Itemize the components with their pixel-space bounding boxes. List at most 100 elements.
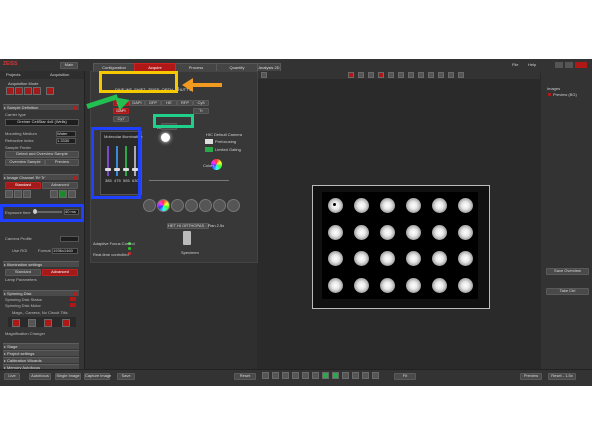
detect-button[interactable]: Detect and Overview Sample — [5, 151, 79, 158]
camera-profile-field[interactable] — [60, 236, 79, 242]
spin-status-indicator[interactable] — [70, 297, 76, 301]
bottom-tool-icon[interactable] — [362, 372, 369, 379]
channel-icon-6[interactable] — [68, 190, 76, 198]
objective-button-6[interactable] — [213, 199, 226, 212]
well[interactable] — [431, 251, 447, 267]
spinning-section[interactable]: Spinning Disk — [3, 290, 79, 296]
single-image-button[interactable]: Single Image — [55, 373, 81, 380]
tool-icon-7[interactable] — [398, 72, 404, 78]
reset-button[interactable]: Reset — [234, 373, 256, 380]
channel-icon-1[interactable] — [5, 190, 13, 198]
tool-icon-5[interactable] — [378, 72, 384, 78]
tab-projects[interactable]: Projects — [6, 73, 20, 77]
well[interactable] — [379, 278, 395, 294]
channel-rfp[interactable]: RFP — [177, 100, 193, 106]
well[interactable] — [327, 278, 343, 294]
close-icon[interactable] — [73, 106, 77, 110]
standard-button[interactable]: Standard — [5, 182, 41, 189]
close-icon[interactable] — [73, 176, 77, 180]
lamp-icon[interactable] — [161, 133, 170, 142]
well[interactable] — [457, 197, 473, 213]
bottom-tool-icon[interactable] — [262, 372, 269, 379]
preview-button[interactable]: Preview — [45, 159, 79, 166]
tab-acquisition[interactable]: Acquisition — [50, 73, 69, 77]
mounting-select[interactable]: Water — [56, 131, 76, 137]
illumination-section[interactable]: Illumination settings — [3, 261, 79, 267]
capture-image-button[interactable]: Capture image — [84, 373, 111, 380]
carrier-select[interactable]: Greiner CellStar 4x6 (Wells) — [5, 119, 79, 126]
bottom-tool-icon[interactable] — [352, 372, 359, 379]
filter-icon-2[interactable] — [28, 319, 36, 327]
images-item[interactable]: Preview (BG) — [553, 93, 577, 97]
well[interactable] — [457, 278, 473, 294]
camera-check-icon[interactable] — [205, 147, 213, 152]
well[interactable] — [379, 197, 395, 213]
close-icon[interactable] — [575, 62, 587, 68]
bottom-tool-icon[interactable] — [302, 372, 309, 379]
project-settings-section[interactable]: Project settings — [3, 350, 79, 356]
well[interactable] — [353, 251, 369, 267]
minimize-icon[interactable] — [555, 62, 563, 68]
format-field[interactable]: 1936x1460 — [52, 248, 78, 254]
advanced-button[interactable]: Advanced — [42, 182, 78, 189]
mode-icon-4[interactable] — [33, 87, 41, 95]
camera-icon[interactable] — [205, 139, 213, 144]
bottom-tool-icon[interactable] — [332, 372, 339, 379]
well[interactable] — [405, 251, 421, 267]
tool-icon-9[interactable] — [418, 72, 424, 78]
illum-standard-button[interactable]: Standard — [5, 269, 41, 276]
main-button[interactable]: Main — [60, 62, 78, 69]
menu-help[interactable]: Help — [528, 63, 536, 67]
bottom-tool-icon[interactable] — [282, 372, 289, 379]
tool-icon-12[interactable] — [448, 72, 454, 78]
autofocus-button[interactable]: Autofocus — [29, 373, 51, 380]
objective-button-3[interactable] — [171, 199, 184, 212]
save-button[interactable]: Save — [117, 373, 135, 380]
illum-advanced-button[interactable]: Advanced — [42, 269, 78, 276]
take-ctrl-button[interactable]: Take Ctrl — [546, 288, 589, 295]
spin-motor-indicator[interactable] — [70, 303, 76, 307]
well[interactable] — [353, 224, 369, 240]
bottom-tool-icon[interactable] — [312, 372, 319, 379]
filter-icon-3[interactable] — [44, 319, 52, 327]
bottom-tool-icon[interactable] — [342, 372, 349, 379]
well[interactable] — [405, 224, 421, 240]
well[interactable] — [327, 224, 343, 240]
well[interactable] — [405, 278, 421, 294]
bottom-tool-icon[interactable] — [372, 372, 379, 379]
channel-icon-2[interactable] — [14, 190, 22, 198]
objective-button-2[interactable] — [157, 199, 170, 212]
tool-icon-11[interactable] — [438, 72, 444, 78]
bottom-tool-icon[interactable] — [272, 372, 279, 379]
well[interactable] — [353, 197, 369, 213]
calibration-section[interactable]: Calibration Wizards — [3, 357, 79, 363]
image-section[interactable]: Image Channel 'B+Tr' — [3, 174, 79, 180]
channel-icon-4[interactable] — [50, 190, 58, 198]
channel-icon-5[interactable] — [59, 190, 67, 198]
channel-gfp[interactable]: GFP — [145, 100, 161, 106]
tool-icon-1[interactable] — [261, 72, 267, 78]
mode-icon-5[interactable] — [46, 87, 54, 95]
objective-icon[interactable] — [183, 231, 191, 245]
channel-icon-3[interactable] — [23, 190, 31, 198]
tool-icon-4[interactable] — [368, 72, 374, 78]
objective-button-4[interactable] — [185, 199, 198, 212]
well[interactable] — [457, 251, 473, 267]
overview-button[interactable]: Overview Sample — [5, 159, 45, 166]
well[interactable] — [431, 224, 447, 240]
tool-icon-3[interactable] — [358, 72, 364, 78]
objective-button-1[interactable] — [143, 199, 156, 212]
tool-icon-6[interactable] — [388, 72, 394, 78]
sample-section[interactable]: Sample Definition — [3, 104, 79, 110]
filter-icon-4[interactable] — [62, 319, 70, 327]
channel-he[interactable]: HE — [161, 100, 177, 106]
refractive-field[interactable]: 1.3330 — [56, 138, 76, 144]
well[interactable] — [379, 251, 395, 267]
live-button[interactable]: Live — [4, 373, 20, 380]
use-roi-checkbox[interactable]: Use ROI — [12, 249, 27, 253]
plate-inner[interactable] — [322, 192, 478, 299]
objective-button-7[interactable] — [227, 199, 240, 212]
filter-icon-1[interactable] — [12, 319, 20, 327]
preview-mode-button[interactable]: Preview — [520, 373, 542, 380]
stage-section[interactable]: Stage — [3, 343, 79, 349]
